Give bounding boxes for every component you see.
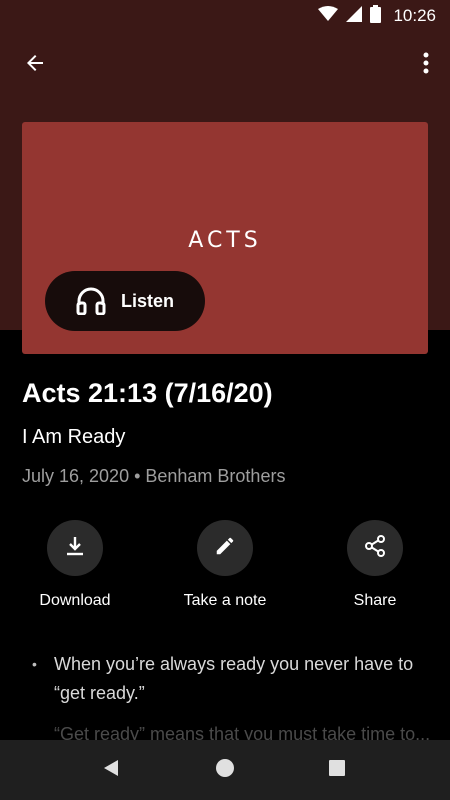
notes-list: • When you’re always ready you never hav…: [22, 650, 432, 749]
status-time: 10:26: [393, 6, 436, 25]
app-screen: 10:26 ACTS Listen Acts 21:13 (7/16/20) I…: [0, 0, 450, 800]
status-icons: 10:26: [318, 4, 436, 28]
devotional-title: Acts 21:13 (7/16/20): [22, 378, 273, 408]
home-circle-icon: [215, 758, 235, 783]
listen-label: Listen: [121, 290, 175, 311]
cell-signal-icon: [346, 5, 363, 27]
more-vert-icon: [423, 52, 429, 79]
cover-title: ACTS: [188, 228, 262, 253]
battery-icon: [370, 4, 382, 28]
download-circle: [47, 520, 103, 576]
pencil-icon: [214, 535, 236, 562]
more-options-button[interactable]: [416, 50, 436, 80]
recents-square-icon: [327, 758, 347, 783]
download-label: Download: [39, 592, 111, 609]
devotional-meta: July 16, 2020 • Benham Brothers: [22, 466, 286, 486]
share-button[interactable]: Share: [310, 520, 440, 620]
headphones-icon: [75, 285, 107, 317]
share-label: Share: [353, 592, 397, 609]
status-bar: 10:26: [0, 0, 450, 32]
take-note-circle: [197, 520, 253, 576]
cover-image: ACTS Listen: [22, 122, 428, 354]
nav-recents-button[interactable]: [322, 755, 352, 785]
bullet-icon: •: [32, 656, 37, 672]
listen-button[interactable]: Listen: [45, 271, 205, 331]
back-triangle-icon: [101, 758, 121, 783]
toolbar: [0, 40, 450, 90]
note-text: When you’re always ready you never have …: [54, 654, 414, 703]
download-button[interactable]: Download: [10, 520, 140, 620]
nav-back-button[interactable]: [96, 755, 126, 785]
download-icon: [64, 535, 86, 562]
wifi-icon: [318, 5, 339, 27]
share-circle: [347, 520, 403, 576]
arrow-left-icon: [23, 51, 47, 80]
back-button[interactable]: [20, 50, 50, 80]
list-item: • When you’re always ready you never hav…: [22, 650, 432, 708]
system-nav-bar: [0, 740, 450, 800]
share-icon: [363, 534, 387, 563]
take-note-label: Take a note: [183, 592, 267, 609]
action-row: Download Take a note Share: [0, 520, 450, 620]
devotional-subtitle: I Am Ready: [22, 426, 126, 448]
take-note-button[interactable]: Take a note: [160, 520, 290, 620]
nav-home-button[interactable]: [210, 755, 240, 785]
